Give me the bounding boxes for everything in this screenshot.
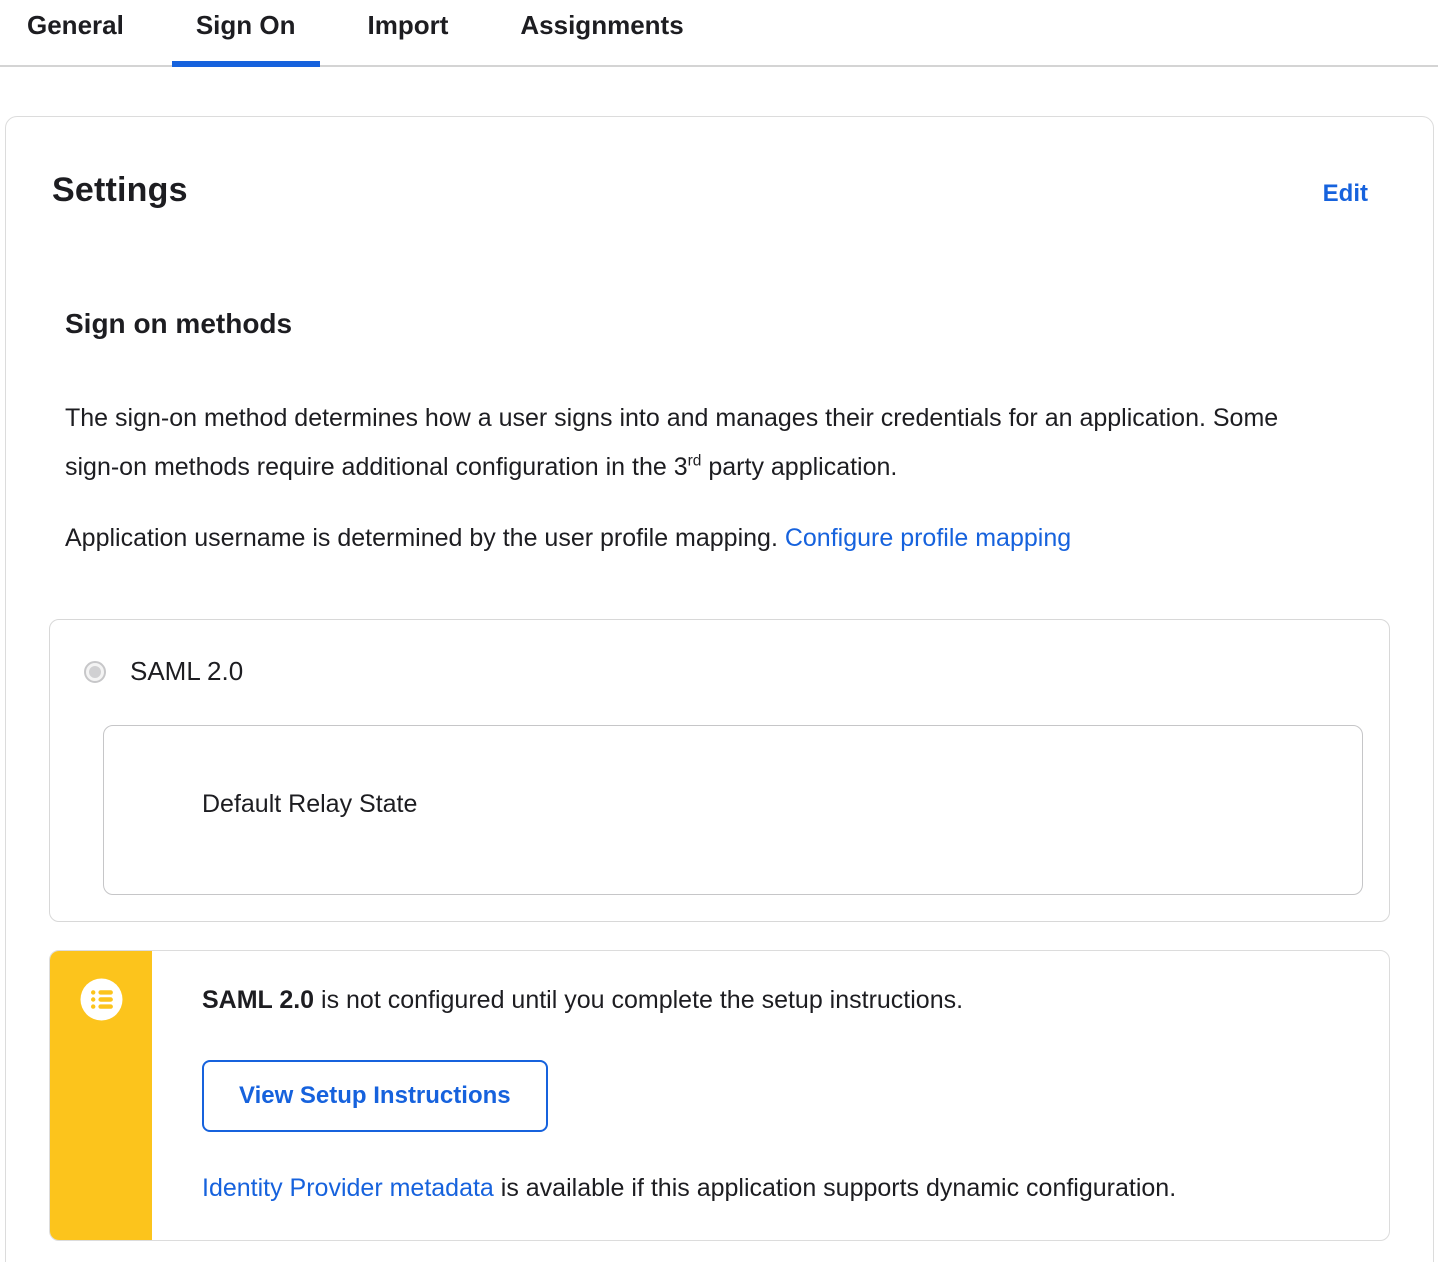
list-icon: [80, 978, 122, 1021]
tab-general[interactable]: General: [3, 0, 148, 65]
tab-import[interactable]: Import: [344, 0, 473, 65]
saml-radio-button[interactable]: [84, 660, 106, 683]
sign-on-method-description: The sign-on method determines how a user…: [65, 394, 1330, 492]
not-configured-message: SAML 2.0 is not configured until you com…: [202, 984, 1349, 1016]
view-setup-instructions-button[interactable]: View Setup Instructions: [202, 1060, 548, 1132]
metadata-line: Identity Provider metadata is available …: [202, 1172, 1349, 1204]
saml-radio-row: SAML 2.0: [78, 656, 1363, 687]
default-relay-state-label: Default Relay State: [202, 790, 418, 818]
tab-bar: General Sign On Import Assignments: [0, 0, 1438, 67]
callout-body: SAML 2.0 is not configured until you com…: [152, 951, 1389, 1240]
identity-provider-metadata-link[interactable]: Identity Provider metadata: [202, 1174, 494, 1202]
setup-instructions-callout: SAML 2.0 is not configured until you com…: [49, 950, 1390, 1241]
configure-profile-mapping-link[interactable]: Configure profile mapping: [785, 524, 1071, 552]
profile-mapping-text: Application username is determined by th…: [65, 524, 785, 552]
profile-mapping-line: Application username is determined by th…: [65, 514, 1330, 563]
callout-message-text: is not configured until you complete the…: [314, 986, 964, 1014]
saml-radio-label: SAML 2.0: [130, 656, 244, 686]
tab-assignments[interactable]: Assignments: [496, 0, 707, 65]
description-text-2: party application.: [701, 453, 898, 481]
card-header: Settings Edit: [49, 171, 1390, 210]
edit-link[interactable]: Edit: [1323, 180, 1368, 208]
description-text-1: The sign-on method determines how a user…: [65, 404, 1279, 481]
metadata-availability-text: is available if this application support…: [493, 1174, 1177, 1202]
saml-method-box: SAML 2.0 Default Relay State: [49, 619, 1390, 922]
page-title: Settings: [52, 171, 188, 209]
callout-accent-strip: [50, 951, 152, 1240]
relay-state-panel: Default Relay State: [103, 725, 1363, 895]
callout-app-name: SAML 2.0: [202, 986, 315, 1014]
ordinal-superscript: rd: [687, 452, 702, 470]
sign-on-methods-heading: Sign on methods: [65, 308, 293, 339]
radio-dot: [89, 665, 101, 678]
settings-card: Settings Edit Sign on methods The sign-o…: [5, 116, 1434, 1262]
tab-sign-on[interactable]: Sign On: [171, 0, 320, 67]
